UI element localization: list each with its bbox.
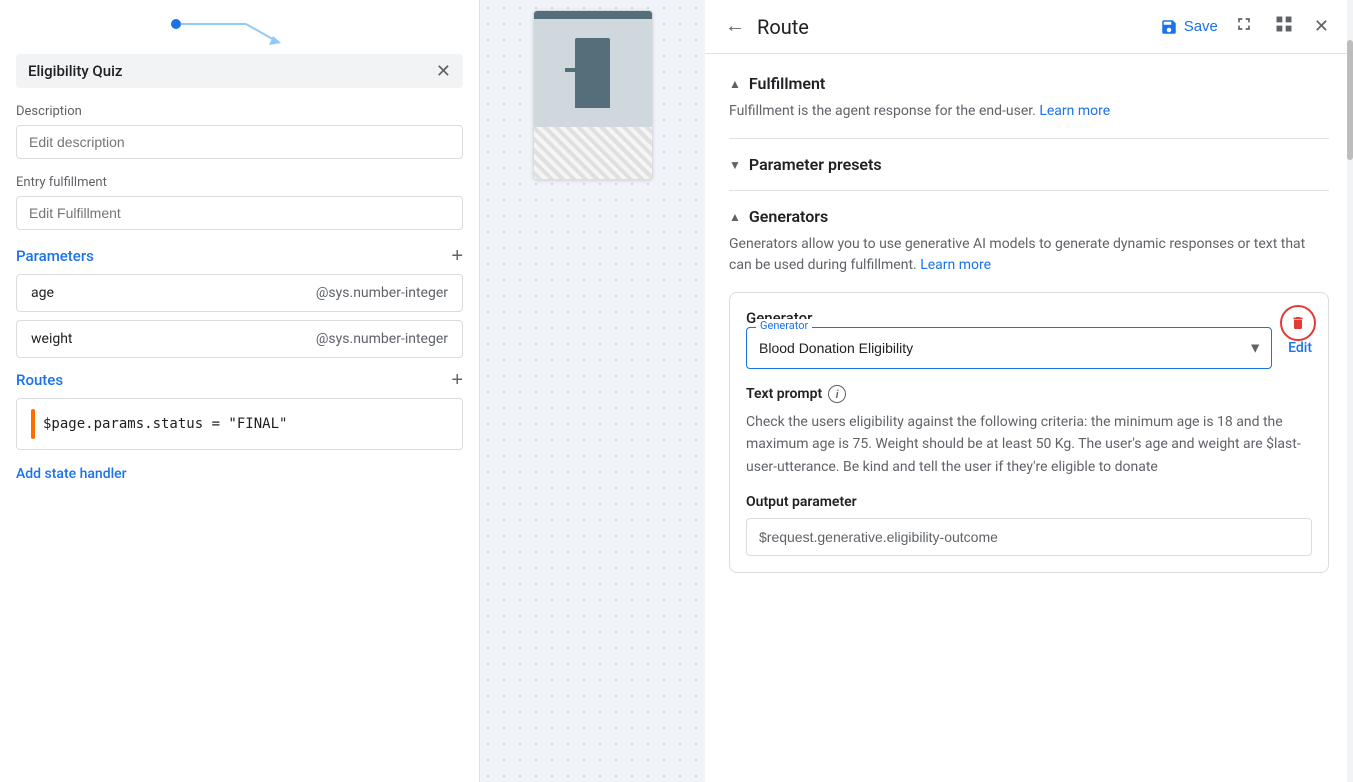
routes-section: Routes + $page.params.status = "FINAL" (16, 370, 463, 458)
divider-2 (729, 190, 1329, 191)
grid-icon (1274, 14, 1294, 34)
left-panel: Eligibility Quiz ✕ Description Entry ful… (0, 0, 480, 782)
save-button[interactable]: Save (1160, 18, 1218, 36)
generators-section-header[interactable]: ▲ Generators (729, 207, 1329, 226)
generator-select-label: Generator (756, 319, 812, 332)
generator-select-row: Generator Blood Donation Eligibility ▼ E… (746, 327, 1312, 369)
right-panel: ← Route Save ✕ ▲ (705, 0, 1353, 782)
parameters-section-header: Parameters + (16, 246, 463, 266)
right-header: ← Route Save ✕ (705, 0, 1353, 54)
route-text: $page.params.status = "FINAL" (43, 416, 287, 432)
fulfillment-section-header[interactable]: ▲ Fulfillment (729, 74, 1329, 93)
fulfillment-title: Fulfillment (749, 74, 825, 93)
fullscreen-button[interactable] (1230, 10, 1258, 43)
canvas-node-door (575, 38, 610, 108)
parameter-presets-header[interactable]: ▼ Parameter presets (729, 155, 1329, 174)
generators-learn-more[interactable]: Learn more (920, 257, 991, 273)
canvas-node-header (534, 11, 652, 19)
panel-title: Eligibility Quiz (28, 62, 122, 80)
routes-label: Routes (16, 371, 63, 389)
canvas-node-bar (565, 68, 577, 72)
generator-select[interactable]: Blood Donation Eligibility (746, 327, 1272, 369)
canvas-node-body (534, 19, 652, 127)
header-icons: ✕ (1230, 10, 1333, 43)
param-type-age: @sys.number-integer (316, 285, 448, 301)
parameters-label: Parameters (16, 247, 94, 265)
close-right-button[interactable]: ✕ (1310, 12, 1333, 41)
description-input[interactable] (16, 125, 463, 159)
generator-card: Generator Generator Blood Donation Eligi… (729, 292, 1329, 573)
fullscreen-icon (1234, 14, 1254, 34)
parameter-presets-section: ▼ Parameter presets (729, 155, 1329, 174)
fulfillment-section: ▲ Fulfillment Fulfillment is the agent r… (729, 74, 1329, 122)
scrollbar-track[interactable] (1347, 0, 1353, 782)
description-label: Description (16, 104, 463, 119)
fulfillment-description: Fulfillment is the agent response for th… (729, 101, 1329, 122)
generators-description: Generators allow you to use generative A… (729, 234, 1329, 276)
panel-title-bar: Eligibility Quiz ✕ (16, 54, 463, 88)
delete-generator-button[interactable] (1280, 305, 1316, 341)
grid-button[interactable] (1270, 10, 1298, 43)
canvas-node (533, 10, 653, 180)
delete-icon (1290, 315, 1306, 331)
canvas-panel (480, 0, 705, 782)
fulfillment-chevron-up: ▲ (729, 77, 741, 91)
info-icon: i (828, 385, 846, 403)
scrollbar-thumb (1347, 40, 1353, 160)
text-prompt-label: Text prompt i (746, 385, 1312, 403)
param-type-weight: @sys.number-integer (316, 331, 448, 347)
fulfillment-label: Entry fulfillment (16, 175, 463, 190)
close-button[interactable]: ✕ (436, 62, 451, 80)
route-title: Route (757, 15, 1148, 39)
back-button[interactable]: ← (725, 15, 745, 38)
fulfillment-input[interactable] (16, 196, 463, 230)
add-route-button[interactable]: + (451, 370, 463, 390)
route-item[interactable]: $page.params.status = "FINAL" (16, 398, 463, 450)
param-name-age: age (31, 285, 54, 301)
canvas-node-footer (534, 127, 652, 180)
generators-chevron-up: ▲ (729, 210, 741, 224)
edit-generator-link[interactable]: Edit (1288, 340, 1312, 356)
routes-section-header: Routes + (16, 370, 463, 390)
divider-1 (729, 138, 1329, 139)
right-content: ▲ Fulfillment Fulfillment is the agent r… (705, 54, 1353, 782)
add-state-handler-link[interactable]: Add state handler (16, 466, 463, 482)
param-name-weight: weight (31, 331, 73, 347)
parameter-presets-chevron-down: ▼ (729, 158, 741, 172)
parameter-row-age: age @sys.number-integer (16, 274, 463, 312)
parameter-presets-title: Parameter presets (749, 155, 882, 174)
fulfillment-learn-more[interactable]: Learn more (1039, 103, 1110, 119)
output-param-label: Output parameter (746, 494, 1312, 510)
generators-title: Generators (749, 207, 828, 226)
text-prompt-content: Check the users eligibility against the … (746, 411, 1312, 478)
generators-section: ▲ Generators Generators allow you to use… (729, 207, 1329, 573)
route-indicator (31, 409, 35, 439)
add-parameter-button[interactable]: + (451, 246, 463, 266)
parameter-row-weight: weight @sys.number-integer (16, 320, 463, 358)
generator-select-wrapper: Generator Blood Donation Eligibility ▼ (746, 327, 1272, 369)
save-icon (1160, 18, 1178, 36)
node-connector (166, 16, 463, 46)
output-param-input[interactable] (746, 518, 1312, 556)
